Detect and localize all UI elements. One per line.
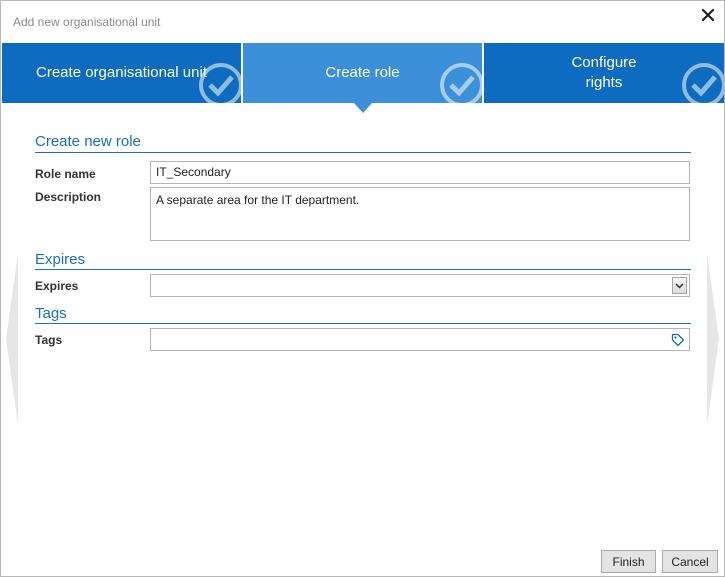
check-circle-icon xyxy=(682,63,724,103)
dialog-titlebar: Add new organisational unit xyxy=(1,1,724,43)
step-create-role[interactable]: Create role xyxy=(243,43,484,113)
section-divider xyxy=(35,152,691,153)
section-divider xyxy=(35,269,691,270)
tags-label: Tags xyxy=(35,333,63,347)
expires-dropdown[interactable] xyxy=(150,274,690,297)
step-create-organisational-unit[interactable]: Create organisational unit xyxy=(2,43,241,103)
expires-dropdown-button[interactable] xyxy=(672,277,687,294)
description-field[interactable]: A separate area for the IT department. xyxy=(150,187,690,241)
add-org-unit-dialog: Add new organisational unit Create organ… xyxy=(0,0,725,577)
section-divider xyxy=(35,323,691,324)
close-icon[interactable] xyxy=(701,8,715,22)
dialog-title: Add new organisational unit xyxy=(13,15,161,29)
tag-icon[interactable] xyxy=(671,333,685,347)
section-title-tags: Tags xyxy=(35,305,67,322)
chevron-down-icon xyxy=(675,283,684,289)
active-step-pointer xyxy=(353,103,372,113)
cancel-button[interactable]: Cancel xyxy=(662,550,718,573)
wizard-steps: Create organisational unit Create role C… xyxy=(2,43,724,113)
section-title-expires: Expires xyxy=(35,251,86,268)
finish-button[interactable]: Finish xyxy=(601,550,656,573)
step-label: Create role xyxy=(325,64,400,81)
description-label: Description xyxy=(35,190,102,204)
step-configure-rights[interactable]: Configure rights xyxy=(484,43,724,103)
arrow-right-icon[interactable] xyxy=(707,253,719,425)
tags-input[interactable] xyxy=(150,328,690,351)
section-title-create-role: Create new role xyxy=(35,133,141,150)
role-name-field[interactable]: IT_Secondary xyxy=(150,161,690,184)
arrow-left-icon[interactable] xyxy=(6,253,18,425)
role-name-label: Role name xyxy=(35,167,96,181)
step-label: Configure rights xyxy=(571,54,637,91)
step-label: Create organisational unit xyxy=(36,64,207,81)
check-circle-icon xyxy=(440,63,484,107)
expires-label: Expires xyxy=(35,279,79,293)
